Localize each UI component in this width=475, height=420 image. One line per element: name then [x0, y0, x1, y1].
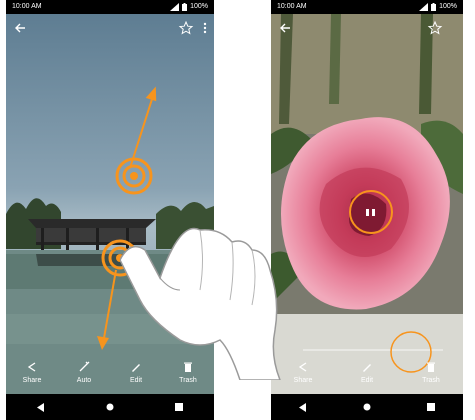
nav-back-icon: [36, 402, 44, 412]
nav-back-button[interactable]: [288, 397, 318, 417]
share-icon: [27, 362, 36, 372]
photo-action-bar: Share Edit Trash: [271, 354, 463, 394]
nav-recents-icon: [427, 403, 435, 411]
nav-back-button[interactable]: [26, 397, 56, 417]
nav-recents-button[interactable]: [164, 397, 194, 417]
nav-home-button[interactable]: [95, 397, 125, 417]
nav-home-icon: [363, 403, 371, 411]
nav-recents-button[interactable]: [416, 397, 446, 417]
edit-button[interactable]: Edit: [345, 354, 389, 394]
share-label: Share: [22, 377, 42, 384]
edit-icon: [363, 364, 371, 372]
trash-button[interactable]: Trash: [409, 354, 453, 394]
nav-back-icon: [299, 402, 306, 412]
trash-icon: [427, 362, 435, 372]
auto-enhance-button[interactable]: Auto: [62, 354, 106, 394]
navigation-bar: [6, 394, 214, 420]
nav-recents-icon: [175, 403, 184, 411]
trash-label: Trash: [422, 377, 440, 384]
nav-home-button[interactable]: [352, 397, 382, 417]
share-icon: [298, 362, 307, 372]
auto-label: Auto: [76, 377, 92, 384]
right-phone-screen: 10:00 AM 100% Share Edit Trash: [271, 0, 463, 420]
edit-label: Edit: [360, 377, 374, 384]
nav-home-icon: [106, 403, 114, 411]
hand-illustration: [120, 227, 281, 380]
share-button[interactable]: Share: [10, 354, 54, 394]
auto-enhance-icon: [79, 361, 90, 372]
double-tap-ripple: [349, 190, 393, 234]
navigation-bar: [271, 394, 463, 420]
lower-arrow: [97, 269, 117, 350]
share-label: Share: [293, 377, 313, 384]
